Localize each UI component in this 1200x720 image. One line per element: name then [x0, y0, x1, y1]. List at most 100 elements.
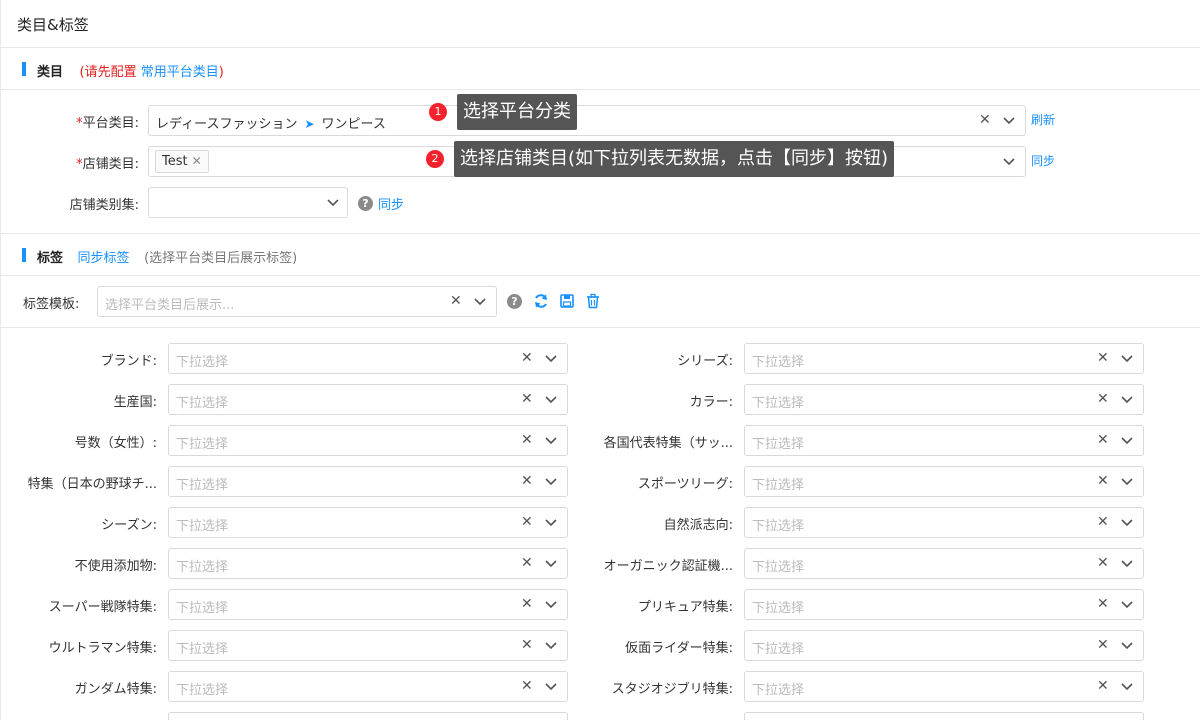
clear-icon[interactable]: ✕	[521, 350, 533, 366]
attribute-label: スーパー戦隊特集:	[48, 600, 157, 615]
clear-icon[interactable]: ✕	[521, 678, 533, 694]
clear-icon[interactable]: ✕	[521, 432, 533, 448]
clear-icon[interactable]: ✕	[521, 637, 533, 653]
chevron-down-icon[interactable]	[1119, 513, 1135, 531]
note-prefix: (请先配置	[79, 65, 141, 80]
attribute-select[interactable]	[744, 712, 1144, 720]
tag-template-select[interactable]: 选择平台类目后展示... ✕	[97, 286, 497, 317]
attribute-placeholder: 下拉选择	[752, 355, 805, 370]
path-arrow-icon: ➤	[304, 117, 315, 131]
chevron-down-icon[interactable]	[1119, 554, 1135, 572]
chevron-down-icon[interactable]	[1119, 636, 1135, 654]
shop-category-set-sync-link[interactable]: 同步	[378, 194, 404, 213]
chevron-down-icon[interactable]	[1119, 431, 1135, 449]
chevron-down-icon[interactable]	[1001, 111, 1017, 129]
chevron-down-icon[interactable]	[543, 554, 559, 572]
shop-category-set-label: 店铺类别集:	[69, 198, 139, 213]
shop-category-set-select[interactable]	[148, 187, 348, 218]
attribute-select[interactable]: 下拉选择 ✕	[168, 671, 568, 702]
chevron-down-icon[interactable]	[1119, 472, 1135, 490]
attribute-label: 仮面ライダー特集:	[625, 641, 733, 656]
section-marker	[22, 62, 26, 76]
attribute-label: 生産国:	[113, 395, 157, 410]
tag-remove-icon[interactable]: ✕	[192, 154, 202, 168]
clear-icon[interactable]: ✕	[521, 391, 533, 407]
attribute-label: カラー:	[689, 395, 733, 410]
chevron-down-icon[interactable]	[543, 595, 559, 613]
common-platform-category-link[interactable]: 常用平台类目	[141, 65, 219, 80]
attribute-select[interactable]: 下拉选择 ✕	[168, 384, 568, 415]
chevron-down-icon[interactable]	[1001, 152, 1017, 170]
tags-section-title: 标签 同步标签 (选择平台类目后展示标签)	[37, 247, 297, 266]
attribute-select[interactable]: 下拉选择 ✕	[744, 589, 1144, 620]
attribute-label: 自然派志向:	[663, 518, 733, 533]
attribute-label: スタジオジブリ特集:	[611, 682, 733, 697]
attribute-placeholder: 下拉选择	[752, 519, 805, 534]
clear-icon[interactable]: ✕	[1097, 473, 1109, 489]
clear-icon[interactable]: ✕	[521, 555, 533, 571]
refresh-link[interactable]: 刷新	[1031, 111, 1055, 128]
attribute-select[interactable]: 下拉选择 ✕	[168, 548, 568, 579]
chevron-down-icon[interactable]	[472, 292, 488, 310]
attribute-placeholder: 下拉选择	[176, 560, 229, 575]
attribute-select[interactable]: 下拉选择 ✕	[744, 671, 1144, 702]
path-level-1: レディースファッション	[156, 117, 298, 132]
attribute-select[interactable]: 下拉选择 ✕	[744, 343, 1144, 374]
attribute-select[interactable]: 下拉选择 ✕	[168, 630, 568, 661]
clear-icon[interactable]: ✕	[1097, 432, 1109, 448]
chevron-down-icon[interactable]	[1119, 677, 1135, 695]
clear-icon[interactable]: ✕	[1097, 555, 1109, 571]
tag-template-bar: 标签模板: 选择平台类目后展示... ✕ ?	[0, 276, 1200, 328]
help-icon[interactable]: ?	[358, 196, 373, 211]
chevron-down-icon[interactable]	[1119, 349, 1135, 367]
clear-icon[interactable]: ✕	[1097, 637, 1109, 653]
shop-category-label: *店铺类目:	[76, 157, 139, 172]
clear-icon[interactable]: ✕	[450, 293, 462, 309]
clear-icon[interactable]: ✕	[1097, 514, 1109, 530]
refresh-icon[interactable]	[533, 293, 549, 309]
clear-icon[interactable]: ✕	[1097, 350, 1109, 366]
attribute-select[interactable]: 下拉选择 ✕	[168, 425, 568, 456]
sync-tags-link[interactable]: 同步标签	[78, 251, 130, 266]
platform-category-select[interactable]: レディースファッション ➤ ワンピース ✕	[148, 105, 1026, 136]
clear-icon[interactable]: ✕	[1097, 596, 1109, 612]
help-icon[interactable]: ?	[507, 294, 522, 309]
delete-icon[interactable]	[585, 293, 601, 309]
platform-category-path: レディースファッション ➤ ワンピース	[156, 113, 386, 132]
clear-icon[interactable]: ✕	[1097, 391, 1109, 407]
clear-icon[interactable]: ✕	[979, 112, 991, 128]
attribute-select[interactable]: 下拉选择 ✕	[744, 548, 1144, 579]
clear-icon[interactable]: ✕	[521, 473, 533, 489]
clear-icon[interactable]: ✕	[521, 514, 533, 530]
chevron-down-icon[interactable]	[543, 431, 559, 449]
chevron-down-icon[interactable]	[543, 513, 559, 531]
attribute-select[interactable]: 下拉选择 ✕	[168, 466, 568, 497]
chevron-down-icon[interactable]	[543, 677, 559, 695]
attribute-label: ブランド:	[100, 354, 157, 369]
chevron-down-icon[interactable]	[325, 193, 341, 211]
shop-category-sync-link[interactable]: 同步	[1031, 152, 1055, 169]
clear-icon[interactable]: ✕	[521, 596, 533, 612]
clear-icon[interactable]: ✕	[1097, 678, 1109, 694]
attribute-select[interactable]: 下拉选择 ✕	[168, 343, 568, 374]
attribute-select[interactable]: 下拉选择 ✕	[744, 630, 1144, 661]
attribute-select[interactable]: 下拉选择 ✕	[168, 507, 568, 538]
chevron-down-icon[interactable]	[543, 636, 559, 654]
path-level-2: ワンピース	[321, 117, 386, 132]
attribute-label: スポーツリーグ:	[637, 477, 733, 492]
attribute-label: シーズン:	[101, 518, 157, 533]
chevron-down-icon[interactable]	[1119, 390, 1135, 408]
chevron-down-icon[interactable]	[543, 390, 559, 408]
attribute-select[interactable]	[168, 712, 568, 720]
attribute-placeholder: 下拉选择	[752, 683, 805, 698]
attribute-select[interactable]: 下拉选择 ✕	[744, 384, 1144, 415]
chevron-down-icon[interactable]	[543, 349, 559, 367]
save-icon[interactable]	[559, 293, 575, 309]
chevron-down-icon[interactable]	[543, 472, 559, 490]
chevron-down-icon[interactable]	[1119, 595, 1135, 613]
attribute-select[interactable]: 下拉选择 ✕	[744, 425, 1144, 456]
attribute-select[interactable]: 下拉选择 ✕	[744, 466, 1144, 497]
attribute-select[interactable]: 下拉选择 ✕	[744, 507, 1144, 538]
attribute-placeholder: 下拉选择	[752, 642, 805, 657]
attribute-select[interactable]: 下拉选择 ✕	[168, 589, 568, 620]
